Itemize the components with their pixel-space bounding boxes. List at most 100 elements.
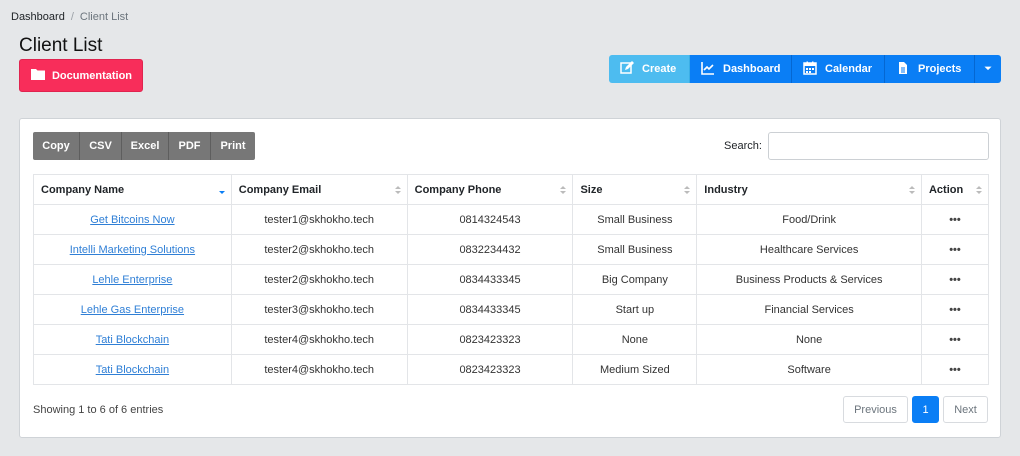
company-email-cell: tester1@skhokho.tech: [230, 204, 408, 235]
action-cell: •••: [920, 354, 990, 385]
company-link[interactable]: Lehle Gas Enterprise: [81, 304, 184, 316]
line-chart-icon: [701, 61, 715, 78]
company-phone-cell: 0823423323: [406, 354, 574, 385]
ellipsis-icon[interactable]: •••: [949, 304, 961, 316]
sort-icon: [394, 185, 401, 195]
industry-cell: Financial Services: [696, 294, 922, 325]
company-name-cell: Tati Blockchain: [33, 324, 232, 355]
header-label: Action: [928, 183, 964, 196]
company-email-cell: tester2@skhokho.tech: [230, 264, 408, 295]
header-label: Size: [580, 183, 603, 196]
table-row: Get Bitcoins Now tester1@skhokho.tech 08…: [33, 204, 990, 235]
table-row: Tati Blockchain tester4@skhokho.tech 082…: [33, 354, 990, 385]
header-label: Company Name: [41, 183, 125, 196]
sort-icon: [976, 185, 982, 195]
create-label: Create: [642, 63, 677, 75]
action-cell: •••: [920, 324, 990, 355]
industry-cell: Healthcare Services: [696, 234, 922, 265]
header-label: Industry: [704, 183, 748, 196]
header-company-phone[interactable]: Company Phone: [406, 174, 574, 205]
header-label: Company Phone: [414, 183, 502, 196]
clients-table: Company Name Company Email Company Phone…: [33, 174, 990, 385]
calendar-label: Calendar: [825, 63, 873, 75]
industry-cell: Software: [696, 354, 922, 385]
export-buttons: Copy CSV Excel PDF Print: [33, 132, 255, 160]
sort-icon: [908, 185, 915, 195]
action-toolbar: Create Dashboard Calendar Projects: [609, 55, 1001, 83]
sort-desc-icon: [218, 185, 225, 195]
pagination: Previous 1 Next: [843, 396, 988, 423]
company-name-cell: Lehle Gas Enterprise: [33, 294, 232, 325]
industry-cell: None: [696, 324, 922, 355]
company-email-cell: tester3@skhokho.tech: [230, 294, 408, 325]
company-name-cell: Tati Blockchain: [33, 354, 232, 385]
company-email-cell: tester4@skhokho.tech: [230, 324, 408, 355]
previous-page-button[interactable]: Previous: [843, 396, 908, 423]
table-row: Lehle Enterprise tester2@skhokho.tech 08…: [33, 264, 990, 295]
company-email-cell: tester2@skhokho.tech: [230, 234, 408, 265]
create-button[interactable]: Create: [609, 55, 690, 83]
table-info: Showing 1 to 6 of 6 entries: [33, 404, 164, 416]
calendar-button[interactable]: Calendar: [792, 55, 885, 83]
size-cell: Small Business: [572, 204, 698, 235]
header-size[interactable]: Size: [572, 174, 698, 205]
search-input[interactable]: [768, 132, 989, 160]
breadcrumb-current: Client List: [79, 11, 129, 23]
projects-button[interactable]: Projects: [885, 55, 975, 83]
table-row: Lehle Gas Enterprise tester3@skhokho.tec…: [33, 294, 990, 325]
page-1-button[interactable]: 1: [912, 396, 939, 423]
header-action[interactable]: Action: [920, 174, 990, 205]
header-company-email[interactable]: Company Email: [230, 174, 408, 205]
company-email-cell: tester4@skhokho.tech: [230, 354, 408, 385]
table-row: Tati Blockchain tester4@skhokho.tech 082…: [33, 324, 990, 355]
csv-button[interactable]: CSV: [80, 132, 122, 160]
calendar-icon: [803, 61, 817, 78]
dashboard-button[interactable]: Dashboard: [690, 55, 792, 83]
breadcrumb: Dashboard / Client List: [11, 11, 128, 23]
size-cell: None: [572, 324, 698, 355]
company-name-cell: Intelli Marketing Solutions: [33, 234, 232, 265]
action-cell: •••: [920, 234, 990, 265]
projects-dropdown-toggle[interactable]: [975, 55, 1001, 83]
edit-icon: [620, 60, 634, 78]
pdf-button[interactable]: PDF: [169, 132, 211, 160]
file-icon: [896, 61, 910, 78]
industry-cell: Food/Drink: [696, 204, 922, 235]
size-cell: Big Company: [572, 264, 698, 295]
company-name-cell: Get Bitcoins Now: [33, 204, 232, 235]
ellipsis-icon[interactable]: •••: [949, 244, 961, 256]
company-link[interactable]: Lehle Enterprise: [92, 274, 172, 286]
action-cell: •••: [920, 294, 990, 325]
company-name-cell: Lehle Enterprise: [33, 264, 232, 295]
breadcrumb-separator: /: [70, 11, 74, 23]
breadcrumb-home[interactable]: Dashboard: [11, 11, 65, 23]
ellipsis-icon[interactable]: •••: [949, 214, 961, 226]
header-industry[interactable]: Industry: [696, 174, 922, 205]
company-link[interactable]: Intelli Marketing Solutions: [70, 244, 195, 256]
table-row: Intelli Marketing Solutions tester2@skho…: [33, 234, 990, 265]
action-cell: •••: [920, 204, 990, 235]
client-list-card: Copy CSV Excel PDF Print Search: Company…: [19, 118, 1001, 438]
size-cell: Small Business: [572, 234, 698, 265]
company-link[interactable]: Tati Blockchain: [96, 334, 169, 346]
company-link[interactable]: Tati Blockchain: [96, 364, 169, 376]
print-button[interactable]: Print: [211, 132, 255, 160]
company-phone-cell: 0834433345: [406, 264, 574, 295]
ellipsis-icon[interactable]: •••: [949, 364, 961, 376]
projects-label: Projects: [918, 63, 962, 75]
ellipsis-icon[interactable]: •••: [949, 274, 961, 286]
next-page-button[interactable]: Next: [943, 396, 988, 423]
sort-icon: [684, 185, 691, 195]
copy-button[interactable]: Copy: [33, 132, 80, 160]
action-cell: •••: [920, 264, 990, 295]
company-link[interactable]: Get Bitcoins Now: [90, 214, 174, 226]
page-title: Client List: [19, 35, 103, 56]
documentation-button[interactable]: Documentation: [19, 59, 143, 92]
dashboard-label: Dashboard: [723, 63, 781, 75]
excel-button[interactable]: Excel: [122, 132, 169, 160]
header-company-name[interactable]: Company Name: [33, 174, 232, 205]
ellipsis-icon[interactable]: •••: [949, 334, 961, 346]
caret-down-icon: [983, 63, 993, 76]
size-cell: Start up: [572, 294, 698, 325]
industry-cell: Business Products & Services: [696, 264, 922, 295]
